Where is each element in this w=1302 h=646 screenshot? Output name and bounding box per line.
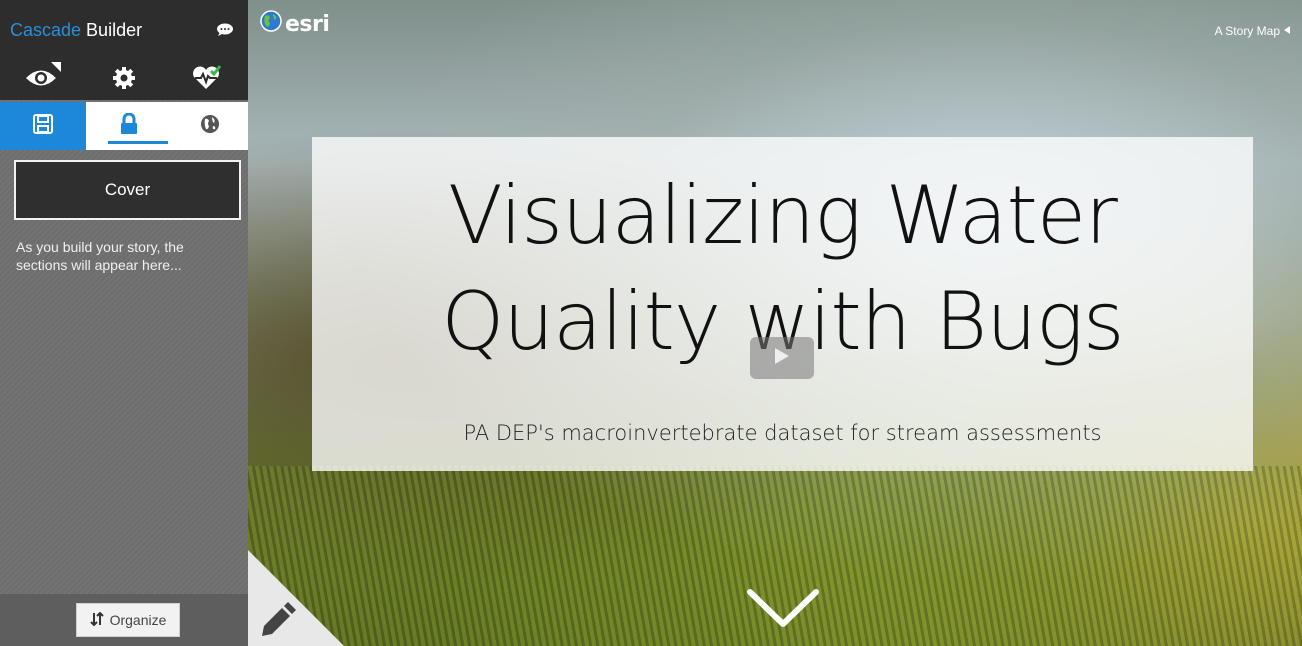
section-item-cover[interactable]: Cover <box>14 160 241 220</box>
share-icon <box>1284 24 1294 38</box>
builder-toolbar-top <box>0 60 248 100</box>
builder-header: Cascade Builder <box>0 0 248 62</box>
sections-hint: As you build your story, the sections wi… <box>16 239 184 273</box>
heartbeat-check-icon <box>191 65 223 95</box>
active-tab-underline <box>108 141 168 144</box>
preview-button[interactable] <box>19 62 63 98</box>
share-public-button[interactable] <box>172 102 248 150</box>
builder-sidebar: Cascade Builder Cover As you build your … <box>0 0 248 646</box>
builder-title: Cascade Builder <box>10 20 142 41</box>
esri-logo[interactable]: esri <box>260 10 330 38</box>
sort-arrows-icon <box>89 611 104 629</box>
settings-button[interactable] <box>102 62 146 98</box>
video-play-button[interactable] <box>750 337 814 379</box>
lock-icon <box>119 112 139 139</box>
globe-logo-icon <box>260 10 282 38</box>
chat-bubble-icon[interactable] <box>216 22 234 36</box>
gear-icon <box>112 66 136 94</box>
scroll-down-chevron-icon[interactable] <box>746 588 820 630</box>
organize-button[interactable]: Organize <box>76 603 180 637</box>
save-button[interactable] <box>0 102 86 150</box>
builder-title-rest: Builder <box>81 20 143 40</box>
esri-wordmark: esri <box>285 11 330 37</box>
story-map-link[interactable]: A Story Map <box>1215 24 1294 38</box>
builder-footer: Organize <box>0 594 248 646</box>
story-map-label: A Story Map <box>1214 24 1280 38</box>
share-private-button[interactable] <box>86 102 172 150</box>
builder-toolbar-bottom <box>0 102 248 150</box>
section-item-label: Cover <box>104 180 151 199</box>
globe-icon <box>200 114 220 138</box>
story-cover: esri A Story Map Visualizing Water Quali… <box>248 0 1302 646</box>
play-icon <box>775 348 789 368</box>
health-check-button[interactable] <box>185 62 229 98</box>
floppy-disk-icon <box>32 113 54 139</box>
builder-title-accent: Cascade <box>10 20 82 40</box>
edit-cover-button[interactable] <box>248 550 344 646</box>
dropdown-corner-icon <box>51 62 62 72</box>
title-panel[interactable]: Visualizing Water Quality with Bugs PA D… <box>312 137 1253 471</box>
organize-label: Organize <box>109 612 167 628</box>
story-subtitle[interactable]: PA DEP's macroinvertebrate dataset for s… <box>312 421 1253 445</box>
